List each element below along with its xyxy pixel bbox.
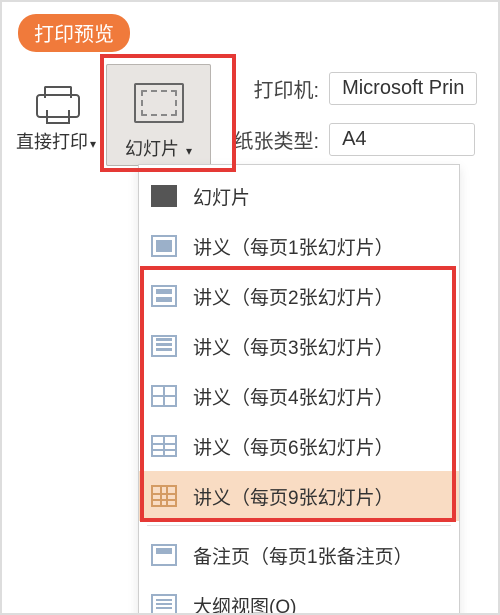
- layout-solid-icon: [151, 185, 177, 207]
- menu-item[interactable]: 讲义（每页1张幻灯片）: [139, 221, 459, 271]
- menu-item-label: 讲义（每页3张幻灯片）: [193, 333, 394, 360]
- chevron-down-icon: ▾: [90, 137, 96, 151]
- menu-item[interactable]: 讲义（每页3张幻灯片）: [139, 321, 459, 371]
- layout-outline-icon: [151, 594, 177, 615]
- chevron-down-icon: ▾: [186, 144, 192, 158]
- menu-item[interactable]: 幻灯片: [139, 171, 459, 221]
- menu-item[interactable]: 讲义（每页4张幻灯片）: [139, 371, 459, 421]
- menu-item-label: 幻灯片: [193, 183, 250, 210]
- layout-h1-icon: [151, 235, 177, 257]
- layout-note-icon: [151, 544, 177, 566]
- menu-item-label: 讲义（每页6张幻灯片）: [193, 433, 394, 460]
- slides-layout-label: 幻灯片: [125, 139, 179, 159]
- menu-item-label: 大纲视图(O): [193, 592, 296, 615]
- layout-h6-icon: [151, 435, 177, 457]
- menu-item[interactable]: 讲义（每页6张幻灯片）: [139, 421, 459, 471]
- menu-item[interactable]: 备注页（每页1张备注页）: [139, 530, 459, 580]
- menu-item-label: 讲义（每页1张幻灯片）: [193, 233, 394, 260]
- menu-item-label: 讲义（每页9张幻灯片）: [193, 483, 394, 510]
- slides-layout-menu: 幻灯片讲义（每页1张幻灯片） 讲义（每页2张幻灯片） 讲义（每页3张幻灯片） 讲义（每…: [138, 164, 460, 615]
- menu-item[interactable]: 大纲视图(O): [139, 580, 459, 615]
- menu-item[interactable]: 讲义（每页9张幻灯片）: [139, 471, 459, 521]
- menu-item[interactable]: 讲义（每页2张幻灯片）: [139, 271, 459, 321]
- layout-h3-icon: [151, 335, 177, 357]
- layout-h4-icon: [151, 385, 177, 407]
- printer-select[interactable]: Microsoft Prin: [329, 72, 477, 105]
- printer-label: 打印机:: [229, 74, 319, 103]
- print-preview-badge: 打印预览: [18, 14, 130, 52]
- paper-type-select[interactable]: A4: [329, 123, 475, 156]
- direct-print-button[interactable]: 直接打印▾: [12, 64, 100, 154]
- slides-layout-button[interactable]: 幻灯片 ▾: [106, 64, 211, 166]
- slide-thumb-icon: [134, 83, 184, 123]
- menu-item-label: 备注页（每页1张备注页）: [193, 542, 413, 569]
- layout-h9-icon: [151, 485, 177, 507]
- layout-h2-icon: [151, 285, 177, 307]
- direct-print-label: 直接打印: [16, 132, 88, 152]
- menu-item-label: 讲义（每页2张幻灯片）: [193, 283, 394, 310]
- toolbar: 直接打印▾ 幻灯片 ▾ 打印机: Microsoft Prin 纸张类型: A4: [12, 64, 498, 164]
- menu-item-label: 讲义（每页4张幻灯片）: [193, 383, 394, 410]
- paper-type-label: 纸张类型:: [229, 125, 319, 154]
- printer-icon: [34, 82, 78, 122]
- print-fields: 打印机: Microsoft Prin 纸张类型: A4: [229, 72, 477, 156]
